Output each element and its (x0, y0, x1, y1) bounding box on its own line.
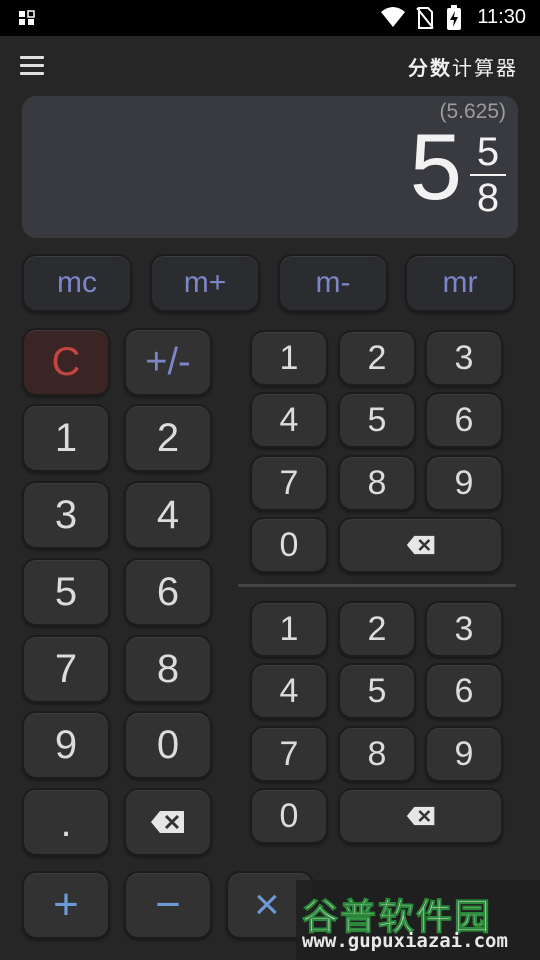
clock: 11:30 (477, 6, 526, 28)
battery-charging-icon (447, 5, 461, 30)
whole-digit-5-button[interactable]: 5 (22, 558, 110, 626)
memory-subtract-button[interactable]: m- (278, 254, 388, 312)
memory-recall-button[interactable]: mr (405, 254, 515, 312)
denominator-digit-6-button[interactable]: 6 (425, 663, 503, 719)
whole-digit-4-button[interactable]: 4 (124, 481, 212, 549)
app-title-bold: 分数 (408, 56, 452, 80)
numerator-digit-4-button[interactable]: 4 (250, 392, 328, 448)
denominator-digit-1-button[interactable]: 1 (250, 601, 328, 657)
numerator-digit-6-button[interactable]: 6 (425, 392, 503, 448)
fraction-numerator: 5 (476, 130, 500, 174)
status-bar: 11:30 (0, 0, 540, 36)
numerator-digit-9-button[interactable]: 9 (425, 455, 503, 511)
fraction: 5 8 (470, 132, 506, 218)
sign-toggle-button[interactable]: +/- (124, 328, 212, 396)
numerator-digit-3-button[interactable]: 3 (425, 330, 503, 386)
denominator-digit-9-button[interactable]: 9 (425, 726, 503, 782)
whole-digit-7-button[interactable]: 7 (22, 635, 110, 703)
whole-digit-3-button[interactable]: 3 (22, 481, 110, 549)
denominator-digit-5-button[interactable]: 5 (338, 663, 416, 719)
subtract-button[interactable]: − (124, 871, 212, 939)
watermark-url: www.gupuxiazai.com (302, 930, 508, 952)
decimal-point-button[interactable]: . (22, 788, 110, 856)
numerator-backspace-button[interactable] (338, 517, 503, 573)
no-sim-icon (416, 7, 434, 29)
whole-digit-6-button[interactable]: 6 (124, 558, 212, 626)
whole-digit-9-button[interactable]: 9 (22, 711, 110, 779)
denominator-backspace-button[interactable] (338, 788, 503, 844)
denominator-digit-4-button[interactable]: 4 (250, 663, 328, 719)
add-button[interactable]: + (22, 871, 110, 939)
result-display: (5.625) 5 5 8 (22, 96, 518, 238)
backspace-icon (406, 535, 434, 555)
backspace-icon (151, 811, 184, 833)
grid-notification-icon (19, 10, 35, 25)
whole-digit-8-button[interactable]: 8 (124, 635, 212, 703)
fraction-denominator: 8 (476, 176, 500, 220)
denominator-digit-3-button[interactable]: 3 (425, 601, 503, 657)
numerator-digit-2-button[interactable]: 2 (338, 330, 416, 386)
numerator-digit-7-button[interactable]: 7 (250, 455, 328, 511)
fraction-divider (238, 584, 516, 587)
app-bar: 分数计算器 (0, 36, 540, 96)
backspace-icon (406, 806, 434, 826)
memory-add-button[interactable]: m+ (150, 254, 260, 312)
whole-digit-2-button[interactable]: 2 (124, 404, 212, 472)
whole-digit-1-button[interactable]: 1 (22, 404, 110, 472)
app-title: 分数计算器 (408, 52, 518, 81)
numerator-digit-1-button[interactable]: 1 (250, 330, 328, 386)
denominator-digit-2-button[interactable]: 2 (338, 601, 416, 657)
app-title-rest: 计算器 (452, 56, 518, 80)
memory-clear-button[interactable]: mc (22, 254, 132, 312)
wifi-icon (381, 7, 405, 27)
denominator-digit-8-button[interactable]: 8 (338, 726, 416, 782)
numerator-digit-8-button[interactable]: 8 (338, 455, 416, 511)
denominator-digit-0-button[interactable]: 0 (250, 788, 328, 844)
numerator-digit-0-button[interactable]: 0 (250, 517, 328, 573)
numerator-digit-5-button[interactable]: 5 (338, 392, 416, 448)
clear-button[interactable]: C (22, 328, 110, 396)
whole-digit-0-button[interactable]: 0 (124, 711, 212, 779)
hamburger-menu-icon[interactable] (18, 54, 48, 78)
whole-number: 5 (409, 114, 462, 219)
denominator-digit-7-button[interactable]: 7 (250, 726, 328, 782)
whole-backspace-button[interactable] (124, 788, 212, 856)
